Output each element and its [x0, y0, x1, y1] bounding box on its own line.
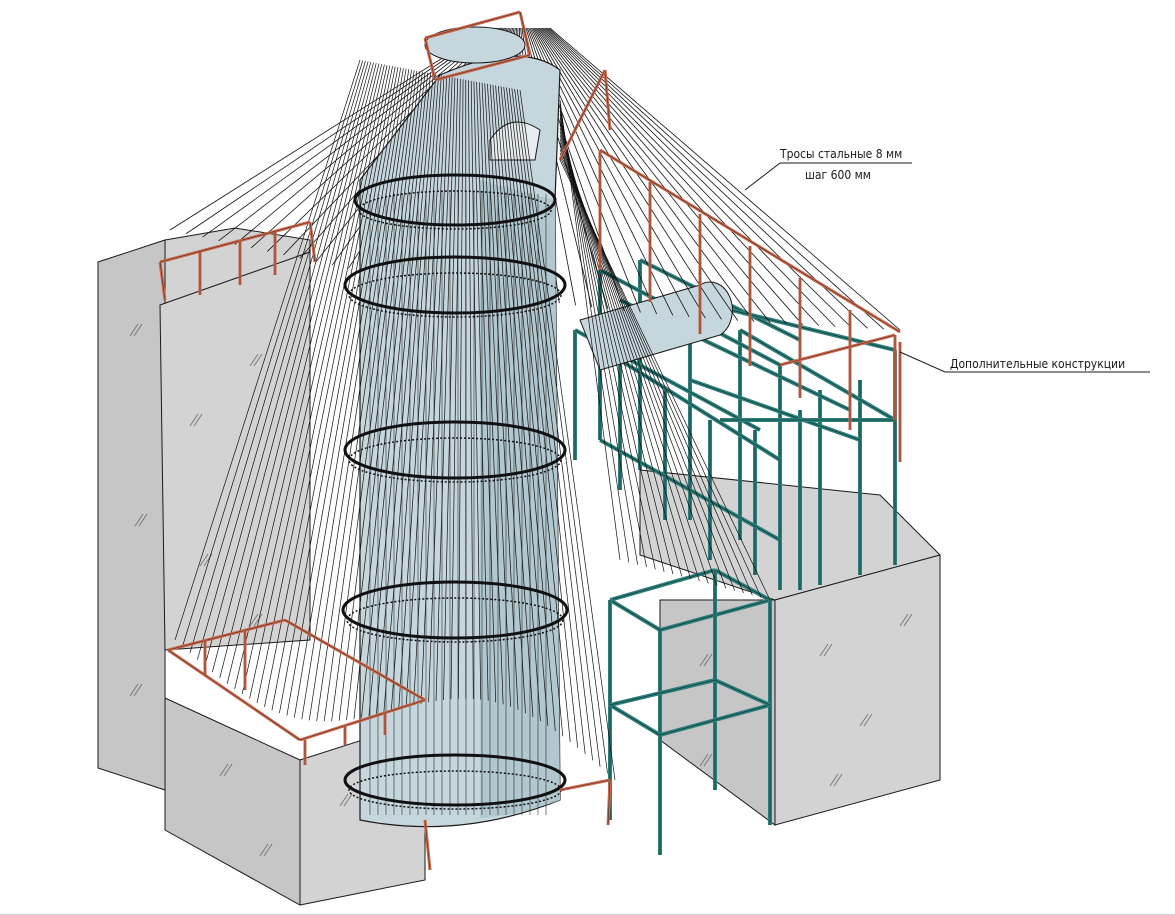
frame-beam-edge — [619, 359, 781, 461]
cable-back — [541, 27, 803, 326]
isometric-drawing: Тросы стальные 8 мм шаг 600 мм Дополните… — [97, 10, 1150, 906]
callout-extra-structures-label: Дополнительные конструкции — [950, 357, 1125, 371]
tower-shade — [480, 180, 560, 818]
block-left-side — [97, 239, 166, 791]
frame-box-member-edge — [609, 569, 716, 601]
block-right-front — [774, 554, 941, 826]
base-rail-post-left-edge — [424, 819, 431, 871]
frame-box-member-edge — [609, 599, 661, 631]
frame-box-member-edge — [609, 704, 661, 736]
callout-cables: Тросы стальные 8 мм шаг 600 мм — [744, 147, 912, 191]
callout-cables-line2: шаг 600 мм — [805, 168, 871, 182]
horizontal-duct — [579, 281, 733, 371]
base-rail-edge — [559, 779, 611, 791]
cable-back — [534, 27, 722, 320]
callout-extra-structures: Дополнительные конструкции — [899, 351, 1150, 373]
frame-beam-edge — [689, 379, 861, 441]
cable-back — [544, 27, 836, 327]
block-lowleft-side — [164, 697, 301, 906]
callout-cables-line1: Тросы стальные 8 мм — [779, 147, 902, 161]
block-right-side — [659, 599, 776, 826]
